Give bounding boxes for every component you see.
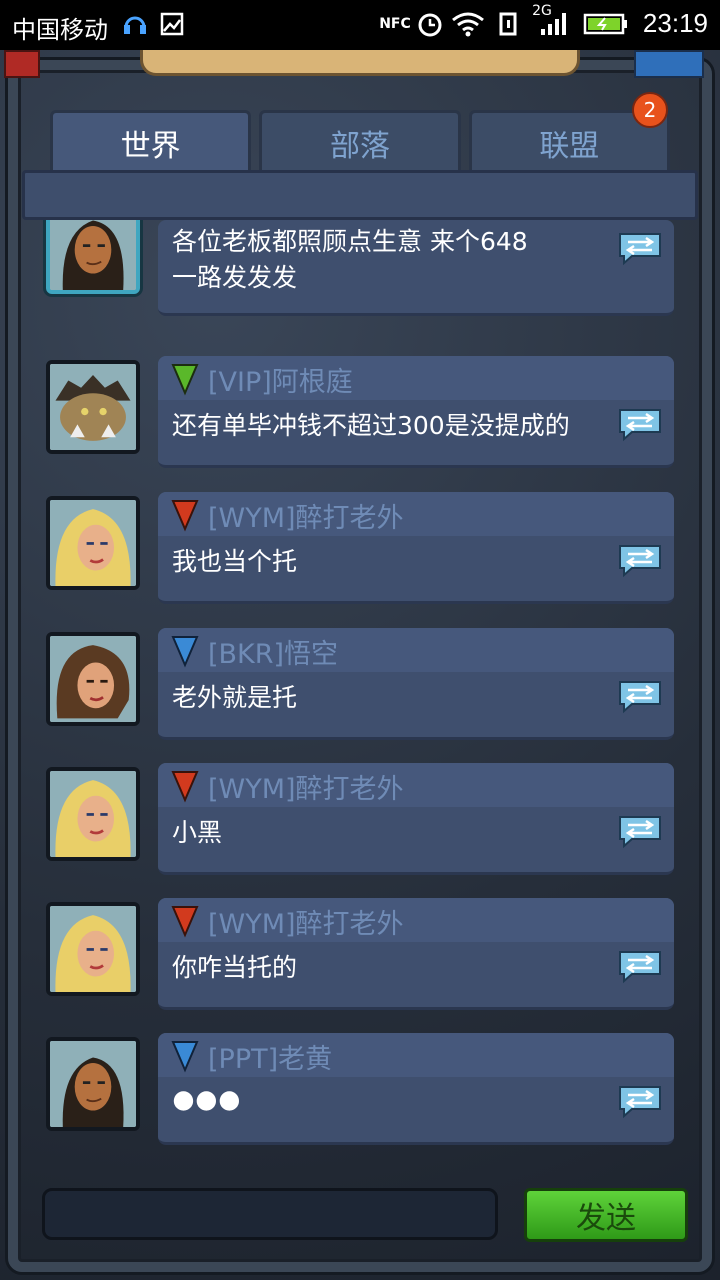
- title-plate: [140, 50, 580, 76]
- nfc-label: NFC: [379, 16, 411, 32]
- avatar[interactable]: [46, 1037, 140, 1131]
- reply-icon[interactable]: [616, 948, 664, 984]
- reply-icon[interactable]: [616, 1083, 664, 1119]
- sender-row: [VIP]阿根庭: [158, 356, 674, 400]
- message-input[interactable]: [42, 1188, 498, 1240]
- avatar[interactable]: [46, 496, 140, 590]
- message-text: 你咋当托的: [172, 953, 298, 982]
- avatar[interactable]: [46, 360, 140, 454]
- sender-name[interactable]: [VIP]阿根庭: [208, 360, 353, 399]
- sender-name[interactable]: [WYM]醉打老外: [208, 767, 404, 806]
- sender-row: [WYM]醉打老外: [158, 898, 674, 942]
- sender-name[interactable]: [BKR]悟空: [208, 632, 338, 671]
- chat-list[interactable]: 各位老板都照顾点生意 来个648 一路发发发 [VIP]阿根庭 还有单毕冲钱不超…: [30, 220, 690, 1155]
- headset-icon: [120, 10, 150, 38]
- blonde-woman-portrait: [50, 906, 136, 992]
- message-text: 🌑🌑🌑: [172, 1090, 241, 1115]
- message-text: 老外就是托: [172, 683, 298, 712]
- chat-message: [WYM]醉打老外 你咋当托的: [30, 898, 690, 1018]
- chat-message: [WYM]醉打老外 小黑: [30, 763, 690, 883]
- sender-name[interactable]: [WYM]醉打老外: [208, 496, 404, 535]
- message-bubble: 各位老板都照顾点生意 来个648 一路发发发: [158, 220, 674, 316]
- chat-message: [WYM]醉打老外 我也当个托: [30, 492, 690, 612]
- reply-icon[interactable]: [616, 230, 664, 266]
- reply-icon[interactable]: [616, 813, 664, 849]
- sender-row: [WYM]醉打老外: [158, 763, 674, 807]
- chat-tabs: 世界 部落 联盟: [50, 110, 670, 172]
- brunette-woman-portrait: [50, 636, 136, 722]
- alarm-icon: [416, 10, 444, 38]
- chat-message: [VIP]阿根庭 还有单毕冲钱不超过300是没提成的: [30, 356, 690, 476]
- blonde-woman-portrait: [50, 771, 136, 857]
- sender-row: [WYM]醉打老外: [158, 492, 674, 536]
- avatar[interactable]: [46, 902, 140, 996]
- close-button[interactable]: [4, 50, 40, 78]
- image-icon: [158, 10, 186, 38]
- dark-hair-hero-portrait: [50, 1041, 136, 1127]
- tabs-underbar: [22, 170, 698, 220]
- message-bubble: [BKR]悟空 老外就是托: [158, 628, 674, 740]
- sender-row: [PPT]老黄: [158, 1033, 674, 1077]
- flag-icon: [171, 500, 199, 532]
- battery-icon: [582, 10, 630, 38]
- reply-icon[interactable]: [616, 406, 664, 442]
- status-bar: 中国移动 NFC 2G 23:19: [0, 0, 720, 50]
- tab-world[interactable]: 世界: [50, 110, 252, 172]
- message-bubble: [VIP]阿根庭 还有单毕冲钱不超过300是没提成的: [158, 356, 674, 468]
- flag-icon: [171, 636, 199, 668]
- avatar[interactable]: [46, 220, 140, 294]
- blonde-woman-portrait: [50, 500, 136, 586]
- message-text: 一路发发发: [172, 263, 298, 292]
- dark-hair-hero-portrait: [50, 220, 136, 290]
- chat-message: 各位老板都照顾点生意 来个648 一路发发发: [30, 220, 690, 336]
- chat-message: [PPT]老黄 🌑🌑🌑: [30, 1033, 690, 1153]
- wifi-icon: [450, 10, 486, 38]
- sender-name[interactable]: [PPT]老黄: [208, 1037, 332, 1076]
- message-bubble: [PPT]老黄 🌑🌑🌑: [158, 1033, 674, 1145]
- tab-tribe[interactable]: 部落: [259, 110, 461, 172]
- message-text: 各位老板都照顾点生意 来个648: [172, 227, 528, 256]
- chat-message: [BKR]悟空 老外就是托: [30, 628, 690, 748]
- flag-icon: [171, 906, 199, 938]
- message-bubble: [WYM]醉打老外 小黑: [158, 763, 674, 875]
- reply-icon[interactable]: [616, 542, 664, 578]
- armored-beast-portrait: [50, 364, 136, 450]
- avatar[interactable]: [46, 632, 140, 726]
- nfc-icon: NFC: [379, 10, 411, 38]
- signal-icon: [538, 10, 570, 38]
- vibrate-icon: [496, 10, 522, 38]
- flag-icon: [171, 1041, 199, 1073]
- send-button[interactable]: 发送: [524, 1188, 688, 1242]
- message-bubble: [WYM]醉打老外 你咋当托的: [158, 898, 674, 1010]
- clock: 23:19: [642, 8, 708, 38]
- message-bubble: [WYM]醉打老外 我也当个托: [158, 492, 674, 604]
- carrier-label: 中国移动: [12, 16, 108, 44]
- flag-icon: [171, 364, 199, 396]
- message-text: 小黑: [172, 818, 223, 847]
- message-text: 还有单毕冲钱不超过300是没提成的: [172, 411, 570, 440]
- sender-row: [BKR]悟空: [158, 628, 674, 672]
- message-text: 我也当个托: [172, 547, 298, 576]
- unread-badge: 2: [632, 92, 668, 128]
- avatar[interactable]: [46, 767, 140, 861]
- corner-decoration: [634, 50, 704, 78]
- flag-icon: [171, 771, 199, 803]
- sender-name[interactable]: [WYM]醉打老外: [208, 902, 404, 941]
- reply-icon[interactable]: [616, 678, 664, 714]
